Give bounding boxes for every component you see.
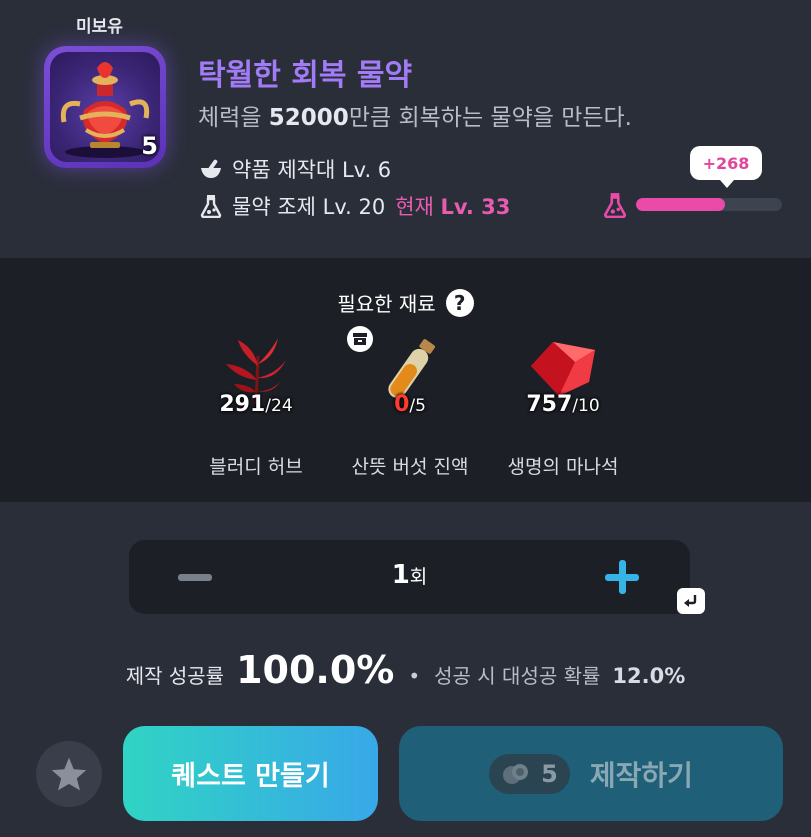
requirement-skill-label: 물약 조제 Lv. 20 [232,195,386,219]
coin-icon [501,762,531,786]
material-amount: 0/5 [394,392,426,417]
great-success-value: 12.0% [612,664,686,688]
materials-panel: 필요한 재료 ? 291/24 블러디 허브 0/5 산뜻 버섯 진액 757/… [0,258,811,502]
flask-icon [198,193,224,219]
flask-icon [603,192,629,219]
material-name: 블러디 허브 [209,456,303,478]
question-icon[interactable]: ? [445,288,474,317]
quantity-stepper[interactable]: 1회 [129,540,690,614]
craft-cost: 5 [489,753,570,794]
item-description: 체력을 52000만큼 회복하는 물약을 만든다. [198,105,632,131]
skill-exp-bar-fill [636,198,726,211]
star-icon [51,757,87,791]
ownership-status: 미보유 [76,17,123,37]
materials-title: 필요한 재료 [337,292,436,316]
material-name: 생명의 마나석 [507,456,619,478]
requirement-skill: 물약 조제 Lv. 20 현재 Lv. 33 [198,191,510,221]
favorite-button[interactable] [36,741,102,807]
create-quest-button[interactable]: 퀘스트 만들기 [123,726,378,821]
item-count: 5 [141,132,158,160]
material-item[interactable]: 757/10 생명의 마나석 [488,336,638,479]
mortar-icon [198,156,224,182]
plus-icon[interactable] [603,558,643,598]
material-amount: 757/10 [526,392,600,417]
separator-dot: • [408,664,421,688]
craft-button[interactable]: 5 제작하기 [399,726,783,821]
requirement-station: 약품 제작대 Lv. 6 [198,154,391,184]
item-header: 미보유 5 탁월한 회복 물약 체력을 52000만큼 회복하는 물약을 만든다… [0,0,811,258]
great-success-label: 성공 시 대성공 확률 [434,664,601,688]
skill-exp-bar [636,198,782,211]
current-level: 현재 Lv. 33 [395,195,511,219]
material-amount: 291/24 [219,392,293,417]
success-rate-value: 100.0% [236,648,395,692]
material-item[interactable]: 0/5 산뜻 버섯 진액 [335,336,485,479]
success-rate-label: 제작 성공률 [125,664,225,688]
success-rates: 제작 성공률 100.0% • 성공 시 대성공 확률 12.0% [0,648,811,692]
materials-header: 필요한 재료 ? [0,288,811,317]
craft-button-label: 제작하기 [589,758,693,792]
exp-gain-bubble: +268 [690,146,762,188]
craft-cost-value: 5 [541,759,558,788]
material-item[interactable]: 291/24 블러디 허브 [181,336,331,479]
material-name: 산뜻 버섯 진액 [351,456,469,478]
requirement-station-label: 약품 제작대 Lv. 6 [232,158,392,182]
enter-icon[interactable] [677,588,705,614]
item-title: 탁월한 회복 물약 [198,58,413,93]
item-icon-frame[interactable]: 5 [44,46,166,168]
